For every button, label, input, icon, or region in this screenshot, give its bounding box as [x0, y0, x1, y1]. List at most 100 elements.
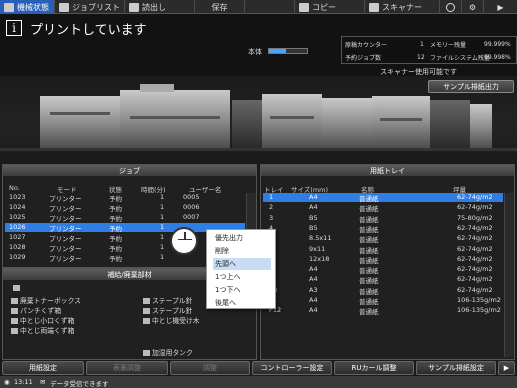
- tray-size: A3: [309, 285, 318, 294]
- saddle-both-ends-waste-box: 中とじ両端くず箱: [11, 325, 74, 335]
- job-no: 1023: [9, 193, 26, 201]
- tray-row[interactable]: 8A4普通紙62-74g/m2: [263, 265, 503, 276]
- scanner-icon: [369, 2, 379, 12]
- tray-row[interactable]: 3 B5 普通紙 75-80g/m2: [263, 213, 503, 224]
- tray-weight: 62-74g/m2: [457, 193, 493, 201]
- tray-row[interactable]: 1 A4 普通紙 62-74g/m2: [263, 193, 503, 203]
- job-time: 1: [160, 213, 165, 221]
- job-state: 予約: [109, 215, 122, 223]
- menu-move-to-end[interactable]: 後尾へ: [213, 297, 271, 309]
- supplies-indicator: [13, 284, 22, 292]
- job-time: 1: [160, 203, 165, 211]
- menu-priority-output[interactable]: 優先出力: [213, 232, 271, 244]
- tray-panel-title: 用紙トレイ: [261, 165, 514, 176]
- sample-output-button[interactable]: サンプル排紙出力: [428, 80, 514, 93]
- menu-delete[interactable]: 削除: [213, 245, 271, 257]
- tray-weight: 62-74g/m2: [457, 265, 493, 274]
- tray-row[interactable]: 11A4普通紙106-135g/m2: [263, 296, 503, 306]
- filesystem-value: 99.998%: [484, 54, 511, 61]
- memory-value: 99.999%: [484, 41, 511, 48]
- tray-name: 普通紙: [359, 256, 379, 265]
- job-no: 1025: [9, 213, 26, 221]
- job-state: 予約: [109, 195, 122, 203]
- settings-button[interactable]: ⚙: [462, 0, 484, 14]
- job-user: 0007: [183, 213, 200, 221]
- job-state: 予約: [109, 225, 122, 233]
- tank-icon: [143, 350, 150, 356]
- tab-save[interactable]: 保存: [195, 0, 245, 14]
- staple-icon: [143, 298, 150, 304]
- job-row[interactable]: 1025 プリンター 予約 1 0007: [5, 213, 245, 223]
- orig-counter-label: 原稿カウンター: [345, 42, 388, 49]
- job-panel-title: ジョブ: [3, 165, 256, 176]
- camera-icon: [13, 285, 20, 291]
- arrow-right-icon: ▶: [503, 364, 510, 372]
- tab-scanner[interactable]: スキャナー: [365, 0, 440, 14]
- tray-row[interactable]: 69x11普通紙62-74g/m2: [263, 244, 503, 255]
- tray-row[interactable]: P12 A4 普通紙 106-135g/m2: [263, 306, 503, 316]
- globe-button[interactable]: [440, 0, 462, 14]
- next-page-button[interactable]: ▶: [498, 361, 515, 375]
- tab-read[interactable]: 読出し: [125, 0, 195, 14]
- tab-machine-status[interactable]: 機械状態: [0, 0, 55, 14]
- tray-size: B5: [309, 213, 318, 222]
- toner-icon: [11, 298, 18, 304]
- staple-1: ステープル針: [143, 295, 192, 305]
- job-row[interactable]: 1024 プリンター 予約 1 0006: [5, 203, 245, 213]
- tray-row[interactable]: 4 B5 普通紙 62-74g/m2: [263, 223, 503, 234]
- reserved-jobs-value: 12: [417, 54, 425, 61]
- controller-setting-button[interactable]: コントローラー設定: [252, 361, 332, 375]
- tray-size: A4: [309, 265, 318, 274]
- job-row[interactable]: 1023 プリンター 予約 1 0005: [5, 193, 245, 203]
- tab-copy[interactable]: コピー: [295, 0, 365, 14]
- tab-blank[interactable]: [245, 0, 295, 14]
- sample-output-setting-button[interactable]: サンプル排紙設定: [416, 361, 496, 375]
- front-back-adjust-button[interactable]: 表裏調整: [86, 361, 168, 375]
- status-time: 13:11: [14, 378, 33, 386]
- tray-size: A4: [309, 296, 318, 304]
- tray-name: 普通紙: [359, 298, 379, 306]
- tray-size: 9x11: [309, 244, 326, 253]
- memory-label: メモリー残量: [430, 42, 467, 49]
- tray-scrollbar[interactable]: [504, 193, 514, 357]
- tray-name: 普通紙: [359, 267, 379, 276]
- tray-name: 普通紙: [359, 236, 379, 245]
- checkbox-icon: [11, 318, 18, 324]
- menu-move-to-top[interactable]: 先頭へ: [213, 258, 271, 270]
- tray-size: 12x18: [309, 254, 330, 263]
- tray-row[interactable]: 58.5x11普通紙62-74g/m2: [263, 234, 503, 245]
- tray-size: A4: [309, 306, 318, 315]
- tray-name: 普通紙: [359, 205, 379, 214]
- humidifier-tank: 加湿用タンク: [143, 347, 193, 357]
- menu-move-up[interactable]: 1つ上へ: [213, 271, 271, 283]
- menu-move-down[interactable]: 1つ下へ: [213, 284, 271, 296]
- tray-weight: 62-74g/m2: [457, 223, 493, 232]
- tray-name: 普通紙: [359, 195, 379, 203]
- status-message: データ受信できます: [50, 380, 109, 388]
- job-no: 1024: [9, 203, 26, 211]
- top-tab-bar: 機械状態 ジョブリスト 読出し 保存 コピー スキャナー ⚙ ▶: [0, 0, 517, 14]
- stitch-icon: [143, 318, 150, 324]
- ru-curl-adjust-button[interactable]: RUカール調整: [334, 361, 414, 375]
- tray-row[interactable]: 9A4普通紙62-74g/m2: [263, 275, 503, 286]
- job-state: 予約: [109, 235, 122, 243]
- tray-row[interactable]: 712x18普通紙62-74g/m2: [263, 254, 503, 265]
- tray-row[interactable]: 10A3普通紙62-74g/m2: [263, 285, 503, 296]
- job-user: 0005: [183, 193, 200, 201]
- job-mode: プリンター: [49, 225, 82, 233]
- tray-weight: 62-74g/m2: [457, 285, 493, 294]
- adjust-button[interactable]: 調整: [170, 361, 250, 375]
- tray-row[interactable]: 2 A4 普通紙 62-74g/m2: [263, 203, 503, 214]
- job-no: 1027: [9, 233, 26, 241]
- tray-name: 普通紙: [359, 277, 379, 286]
- waste-toner-box: 廃棄トナーボックス: [11, 295, 81, 305]
- tray-no: 2: [269, 203, 274, 212]
- tab-job-list[interactable]: ジョブリスト: [55, 0, 125, 14]
- network-icon: ✉: [40, 378, 46, 386]
- next-tab-button[interactable]: ▶: [484, 0, 517, 14]
- tray-weight: 62-74g/m2: [457, 275, 493, 284]
- paper-setting-button[interactable]: 用紙設定: [2, 361, 84, 375]
- tray-name: 普通紙: [359, 287, 379, 296]
- job-col-no: No.: [9, 184, 20, 192]
- job-time: 1: [160, 233, 165, 241]
